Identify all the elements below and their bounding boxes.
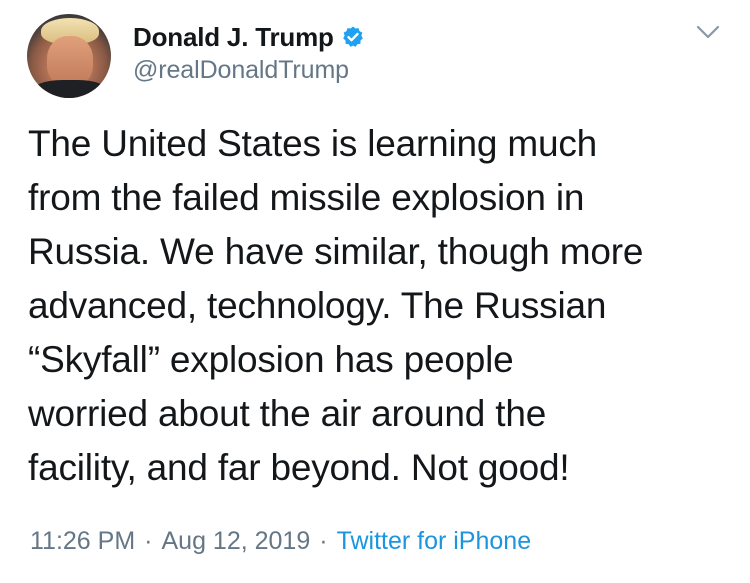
verified-badge-icon	[341, 25, 365, 49]
tweet-text: The United States is learning much from …	[28, 123, 644, 488]
avatar[interactable]	[27, 14, 111, 98]
chevron-down-icon[interactable]	[694, 22, 722, 42]
name-row: Donald J. Trump	[133, 20, 365, 54]
tweet-card: Donald J. Trump @realDonaldTrump The Uni…	[0, 0, 750, 583]
meta-separator: ·	[319, 526, 328, 555]
tweet-date[interactable]: Aug 12, 2019	[161, 527, 310, 556]
avatar-suit	[31, 80, 109, 98]
user-handle[interactable]: @realDonaldTrump	[133, 56, 365, 85]
meta-separator: ·	[144, 526, 153, 555]
tweet-source-link[interactable]: Twitter for iPhone	[337, 527, 532, 556]
tweet-time[interactable]: 11:26 PM	[30, 527, 135, 556]
tweet-header: Donald J. Trump @realDonaldTrump	[133, 20, 365, 85]
display-name[interactable]: Donald J. Trump	[133, 22, 334, 53]
avatar-face	[47, 36, 93, 86]
tweet-metadata: 11:26 PM · Aug 12, 2019 · Twitter for iP…	[30, 523, 531, 559]
